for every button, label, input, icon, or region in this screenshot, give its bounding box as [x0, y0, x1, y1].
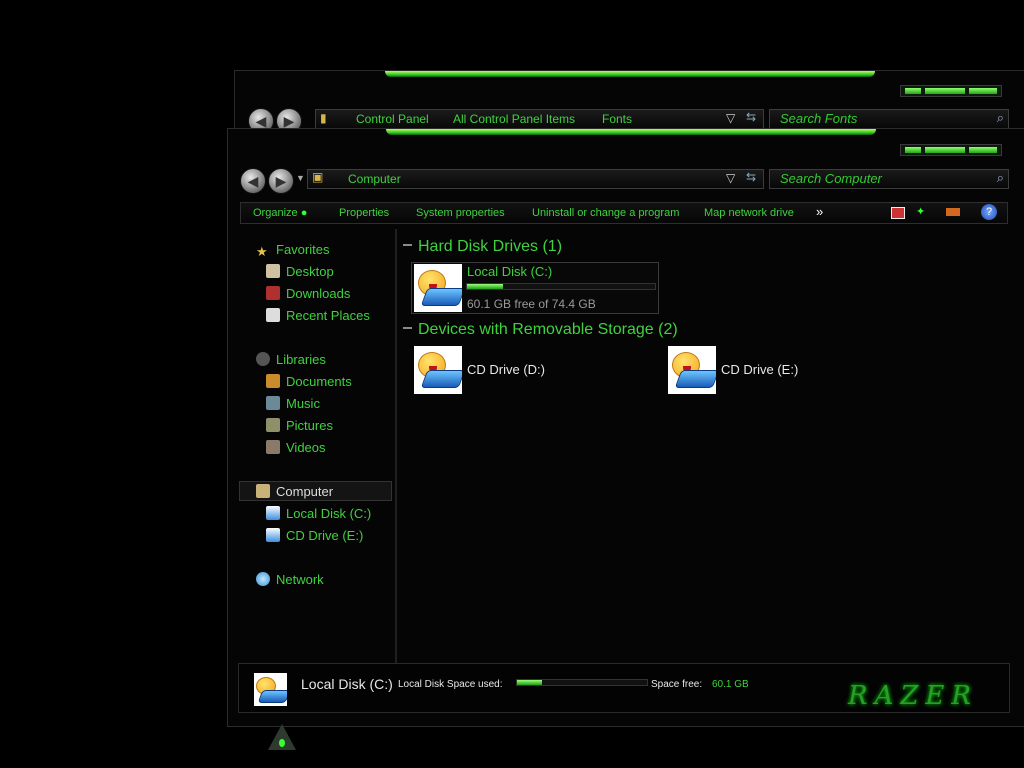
help-icon[interactable]: ?	[981, 204, 997, 220]
title-glow	[386, 129, 876, 135]
music-icon	[266, 396, 280, 410]
hard-disk-drives-heading[interactable]: Hard Disk Drives (1)	[403, 238, 562, 256]
search-fonts-input[interactable]: Search Fonts ⌕	[769, 109, 1009, 129]
local-disk-free-text: 60.1 GB free of 74.4 GB	[467, 297, 596, 311]
network-icon	[256, 572, 270, 586]
folder-icon: ▮	[320, 111, 327, 125]
refresh-icon[interactable]: ⇆	[746, 170, 756, 184]
address-bar[interactable]: ▣ Computer ▽ ⇆	[307, 169, 764, 189]
sidebar-favorites[interactable]: ★ Favorites	[256, 242, 329, 259]
cd-drive-d-label[interactable]: CD Drive (D:)	[467, 362, 545, 377]
orb-eye-icon	[279, 739, 285, 747]
sidebar-item-desktop[interactable]: Desktop	[266, 264, 334, 279]
details-name: Local Disk (C:)	[301, 676, 393, 692]
details-space-used-label: Local Disk Space used:	[398, 679, 503, 690]
details-drive-icon	[254, 673, 287, 706]
system-properties-button[interactable]: System properties	[416, 207, 505, 219]
title-glow	[385, 71, 875, 77]
libraries-icon	[256, 352, 270, 366]
razer-logo: RAZER	[848, 681, 978, 711]
minimize-button[interactable]	[905, 147, 921, 153]
uninstall-button[interactable]: Uninstall or change a program	[532, 207, 679, 219]
maximize-button[interactable]	[925, 88, 965, 94]
local-disk-icon	[414, 264, 462, 312]
details-space-free-label: Space free:	[651, 679, 703, 690]
desktop-icon	[266, 264, 280, 278]
minimize-button[interactable]	[905, 88, 921, 94]
sidebar-item-videos[interactable]: Videos	[266, 440, 326, 455]
dropdown-arrow-icon[interactable]: ▽	[726, 171, 735, 185]
breadcrumb-control-panel[interactable]: Control Panel	[356, 112, 429, 126]
details-usage-bar	[516, 679, 648, 686]
videos-icon	[266, 440, 280, 454]
sidebar-computer[interactable]: Computer	[256, 484, 333, 499]
maximize-button[interactable]	[925, 147, 965, 153]
cd-drive-icon	[266, 528, 280, 542]
search-icon[interactable]: ⌕	[997, 110, 1004, 126]
documents-icon	[266, 374, 280, 388]
downloads-icon	[266, 286, 280, 300]
recent-places-icon	[266, 308, 280, 322]
refresh-icon[interactable]: ⇆	[746, 110, 756, 124]
local-disk-usage-bar	[466, 283, 656, 290]
cd-drive-e-icon[interactable]	[668, 346, 716, 394]
breadcrumb-computer[interactable]: Computer	[348, 172, 401, 186]
more-commands-button[interactable]: »	[816, 204, 823, 219]
forward-button[interactable]: ▶	[268, 168, 294, 194]
organize-button[interactable]: Organize ●	[253, 207, 307, 219]
cd-drive-d-icon[interactable]	[414, 346, 462, 394]
details-space-free-value: 60.1 GB	[712, 679, 749, 690]
back-button[interactable]: ◀	[240, 168, 266, 194]
properties-button[interactable]: Properties	[339, 207, 389, 219]
breadcrumb-fonts[interactable]: Fonts	[602, 112, 632, 126]
command-bar: Organize ● Properties System properties …	[240, 202, 1008, 224]
sidebar-item-downloads[interactable]: Downloads	[266, 286, 350, 301]
local-disk-label: Local Disk (C:)	[467, 264, 553, 279]
cd-drive-e-label[interactable]: CD Drive (E:)	[721, 362, 798, 377]
preview-pane-icon[interactable]: ✦	[916, 205, 925, 218]
sidebar-network[interactable]: Network	[256, 572, 324, 587]
window-controls	[900, 85, 1002, 97]
sidebar-item-music[interactable]: Music	[266, 396, 320, 411]
close-button[interactable]	[969, 88, 997, 94]
window-controls	[900, 144, 1002, 156]
map-network-drive-button[interactable]: Map network drive	[704, 207, 794, 219]
sidebar-item-documents[interactable]: Documents	[266, 374, 352, 389]
sidebar-item-recent-places[interactable]: Recent Places	[266, 308, 370, 323]
close-button[interactable]	[969, 147, 997, 153]
dropdown-arrow-icon[interactable]: ▽	[726, 111, 735, 125]
local-disk-icon	[266, 506, 280, 520]
sidebar-libraries[interactable]: Libraries	[256, 352, 326, 367]
recent-pages-icon[interactable]: ▼	[296, 173, 305, 183]
search-icon[interactable]: ⌕	[997, 170, 1004, 186]
fonts-address-bar[interactable]: ▮ Control Panel All Control Panel Items …	[315, 109, 764, 129]
search-computer-input[interactable]: Search Computer ⌕	[769, 169, 1009, 189]
sidebar-item-local-disk[interactable]: Local Disk (C:)	[266, 506, 371, 521]
pictures-icon	[266, 418, 280, 432]
computer-icon	[256, 484, 270, 498]
star-icon: ★	[256, 244, 268, 259]
sidebar-item-pictures[interactable]: Pictures	[266, 418, 333, 433]
removable-storage-heading[interactable]: Devices with Removable Storage (2)	[403, 321, 678, 339]
sidebar-item-cd-drive[interactable]: CD Drive (E:)	[266, 528, 363, 543]
change-view-icon[interactable]	[946, 208, 960, 216]
breadcrumb-all-items[interactable]: All Control Panel Items	[453, 112, 575, 126]
view-menu-icon[interactable]	[891, 207, 905, 219]
computer-icon: ▣	[312, 170, 324, 184]
